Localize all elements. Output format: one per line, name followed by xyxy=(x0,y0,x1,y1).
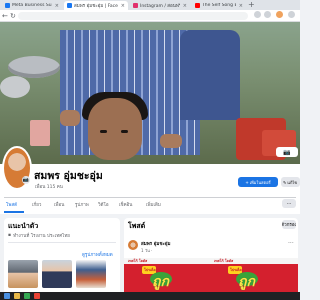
cover-hand xyxy=(160,134,182,148)
post-menu-button[interactable]: ··· xyxy=(288,240,294,247)
profile-name: สมพร อุ่มชะอุ่ม xyxy=(34,170,103,182)
post-author-avatar[interactable] xyxy=(128,240,138,250)
cover-hand xyxy=(60,110,80,126)
close-tab-icon[interactable]: × xyxy=(239,3,243,9)
intro-work-line: ▪ ทำงานที่ โรงงาน ประเทศไทย xyxy=(8,232,70,239)
cover-child-face xyxy=(88,98,142,160)
promo-headline: ถูก xyxy=(238,274,255,290)
edit-profile-button[interactable]: ✎ แก้ไข xyxy=(281,177,300,187)
tab-about[interactable]: เกี่ยว xyxy=(32,201,41,208)
instagram-favicon-icon xyxy=(133,3,138,8)
intro-title: แนะนำตัว xyxy=(8,222,39,230)
tab-label: Instagram / สอนฟรีโดย ติดตาม... xyxy=(140,4,180,9)
tab-photos[interactable]: รูปภาพ xyxy=(75,201,89,208)
post-author-name[interactable]: สมพร อุ่มชะอุ่ม xyxy=(141,240,170,247)
plus-icon: + xyxy=(245,179,249,185)
promo-headline: ถูก xyxy=(152,274,169,290)
tab-label: Meta Business Suite xyxy=(12,3,52,8)
header-divider xyxy=(4,197,296,198)
tab-friends[interactable]: เพื่อน xyxy=(54,201,64,208)
briefcase-icon: ▪ xyxy=(8,233,12,238)
cover-basin xyxy=(8,56,60,78)
edit-profile-label: แก้ไข xyxy=(287,179,298,185)
back-arrow-icon[interactable]: ← xyxy=(2,11,8,21)
cover-basin xyxy=(0,76,30,98)
promo-brand-text: เทสโก้ โลตัส xyxy=(214,259,234,263)
browser-menu-icon[interactable] xyxy=(288,11,295,18)
camera-icon: 📷 xyxy=(283,148,291,156)
promo-brand-text: เทสโก้ โลตัส xyxy=(128,259,148,263)
browser-toolbar: ← ↻ xyxy=(0,10,300,22)
browser-tab-youtube[interactable]: The Self Song Bedtime... × xyxy=(192,1,246,10)
intro-divider xyxy=(8,242,116,243)
youtube-favicon-icon xyxy=(195,3,200,8)
browser-tab-bar: Meta Business Suite × สมพร อุ่มชะอุ่ม | … xyxy=(0,0,300,10)
facebook-favicon-icon xyxy=(67,3,72,8)
edit-cover-button[interactable]: 📷 xyxy=(276,147,298,157)
promo-header-strip xyxy=(124,258,298,264)
extension-icon[interactable] xyxy=(254,11,261,18)
tab-label: The Self Song Bedtime... xyxy=(202,3,236,8)
photo-thumbnail[interactable] xyxy=(8,260,38,288)
pencil-icon: ✎ xyxy=(283,179,287,185)
close-tab-icon[interactable]: × xyxy=(121,3,125,9)
reload-icon[interactable]: ↻ xyxy=(10,11,16,21)
new-tab-button[interactable]: + xyxy=(248,0,255,10)
active-tab-indicator xyxy=(4,211,24,213)
os-taskbar xyxy=(0,292,300,300)
address-bar[interactable] xyxy=(18,12,248,20)
posts-filter-button[interactable]: ตัวกรอง xyxy=(282,220,296,229)
cover-eye xyxy=(100,130,107,133)
browser-tab-facebook-profile[interactable]: สมพร อุ่มชะอุ่ม | Facebook × xyxy=(64,1,128,10)
posts-title: โพสต์ xyxy=(128,222,146,230)
tab-posts[interactable]: โพสต์ xyxy=(6,201,17,208)
start-menu-icon[interactable] xyxy=(4,293,10,299)
friends-count[interactable]: เพื่อน 115 คน xyxy=(35,183,63,190)
app-icon[interactable] xyxy=(34,293,40,299)
cover-person-right xyxy=(180,30,240,120)
tab-label: สมพร อุ่มชะอุ่ม | Facebook xyxy=(74,4,118,9)
bookmark-icon[interactable] xyxy=(264,11,271,18)
add-story-button[interactable]: + เพิ่มในสตอรี่ xyxy=(238,177,278,187)
tab-videos[interactable]: วิดีโอ xyxy=(98,201,109,208)
cover-eye xyxy=(121,130,128,133)
browser-tab-meta-business[interactable]: Meta Business Suite × xyxy=(2,1,62,10)
tab-more[interactable]: เพิ่มเติม xyxy=(146,201,161,208)
intro-work-text: ทำงานที่ โรงงาน ประเทศไทย xyxy=(13,234,70,239)
photo-thumbnail[interactable] xyxy=(76,260,106,288)
browser-tab-instagram[interactable]: Instagram / สอนฟรีโดย ติดตาม... × xyxy=(130,1,190,10)
photo-thumbnail[interactable] xyxy=(42,260,72,288)
close-tab-icon[interactable]: × xyxy=(183,3,187,9)
cover-cup xyxy=(30,120,50,146)
add-story-label: เพิ่มในสตอรี่ xyxy=(249,179,271,185)
facebook-favicon-icon xyxy=(5,3,10,8)
profile-more-button[interactable]: ··· xyxy=(282,199,296,208)
see-all-photos-link[interactable]: ดูรูปภาพทั้งหมด xyxy=(82,251,113,258)
tab-checkins[interactable]: เช็คอิน xyxy=(119,201,132,208)
account-avatar-icon[interactable] xyxy=(276,11,283,18)
camera-icon[interactable]: 📷 xyxy=(22,176,30,184)
file-explorer-icon[interactable] xyxy=(14,293,20,299)
chrome-icon[interactable] xyxy=(24,293,30,299)
close-tab-icon[interactable]: × xyxy=(55,3,59,9)
cover-photo[interactable] xyxy=(0,22,300,164)
post-timestamp[interactable]: 1 วัน · xyxy=(141,247,152,254)
